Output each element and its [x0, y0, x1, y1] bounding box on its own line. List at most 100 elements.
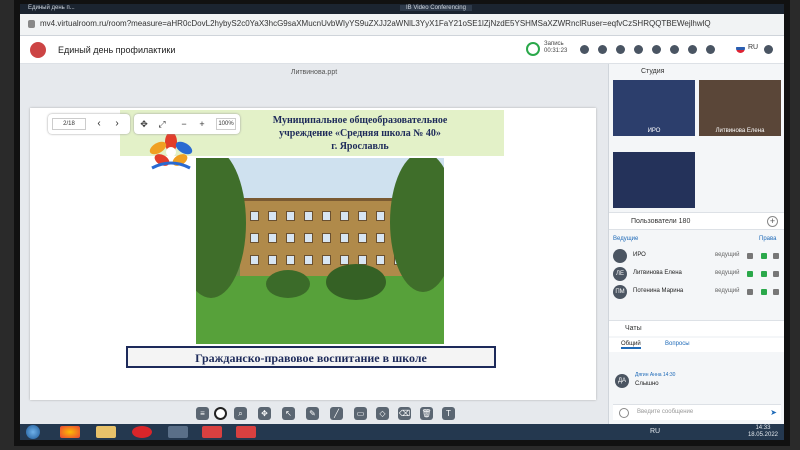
clock-date: 18.05.2022 [747, 432, 778, 438]
line-icon[interactable]: ╱ [330, 407, 343, 420]
pen-icon[interactable]: ✎ [306, 407, 319, 420]
screen-icon[interactable] [773, 253, 779, 259]
message-text: Слышно [635, 381, 659, 387]
prev-slide-icon[interactable]: ‹ [92, 117, 106, 131]
chat-title: Чаты [625, 325, 642, 332]
drawing-toolbar: ≡ ⌕ ✥ ↖ ✎ ╱ ▭ ◇ ⌫ 🗑 T [20, 404, 608, 424]
users-title: Пользователи 180 [631, 218, 690, 225]
start-button-icon[interactable] [26, 425, 40, 439]
event-title: Единый день профилактики [58, 45, 176, 55]
add-user-icon[interactable]: + [767, 216, 778, 227]
taskbar-clock[interactable]: 14:33 18.05.2022 [748, 425, 778, 439]
move-tool-icon[interactable]: ✥ [258, 407, 271, 420]
app-logo-icon [30, 42, 46, 58]
rights-label: Права [759, 236, 777, 242]
user-name: Литвинова Елена [633, 270, 682, 276]
settings-icon[interactable] [706, 45, 715, 54]
record-status: Запись 00:31:23 [544, 41, 567, 55]
trash-icon[interactable]: 🗑 [420, 407, 433, 420]
language-selector[interactable]: RU [748, 44, 758, 51]
url-text[interactable]: mv4.virtualroom.ru/room?measure=aHR0cDov… [40, 19, 760, 28]
vc-app-icon[interactable] [236, 426, 256, 438]
camera-icon[interactable] [761, 289, 767, 295]
message-avatar: ДА [615, 374, 629, 388]
user-name: Потенина Марина [633, 288, 684, 294]
color-picker-icon[interactable] [214, 407, 227, 420]
exit-icon[interactable] [764, 45, 773, 54]
slide-caption-box: Гражданско-правовое воспитание в школе [126, 346, 496, 368]
video-tile[interactable]: ИРО [613, 80, 695, 136]
monitor-bezel: Единый день п... IB Video Conferencing m… [14, 0, 790, 446]
chrome-icon[interactable] [60, 426, 80, 438]
zoom-out-icon[interactable]: − [178, 118, 190, 130]
screen-icon[interactable] [773, 271, 779, 277]
screen-icon[interactable] [773, 289, 779, 295]
hand-icon[interactable] [634, 45, 643, 54]
chat-icon[interactable] [688, 45, 697, 54]
zoom-value[interactable]: 100% [216, 118, 236, 130]
tab-questions[interactable]: Вопросы [665, 341, 690, 347]
user-row[interactable]: ПМ Потенина Марина ведущий [613, 284, 781, 300]
user-row[interactable]: ИРО ведущий [613, 248, 781, 264]
chat-input-placeholder: Введите сообщение [637, 409, 694, 415]
media-icon[interactable] [168, 426, 188, 438]
mic-icon[interactable] [580, 45, 589, 54]
pointer-icon[interactable]: ↖ [282, 407, 295, 420]
layout-icon[interactable] [652, 45, 661, 54]
lock-icon [28, 20, 35, 28]
fit-icon[interactable]: ⤢ [156, 118, 168, 130]
bush [266, 270, 310, 298]
opera-icon[interactable] [132, 426, 152, 438]
next-slide-icon[interactable]: › [110, 117, 124, 131]
users-count: 180 [678, 218, 691, 225]
clock-time: 14:33 [755, 425, 771, 431]
video-tile[interactable]: Литвинова Елена [699, 80, 781, 136]
chat-input[interactable]: Введите сообщение ➤ [613, 404, 781, 420]
layers-icon[interactable]: ≡ [196, 407, 209, 420]
camera-icon[interactable] [598, 45, 607, 54]
page-number-input[interactable]: 2/18 [52, 118, 86, 130]
user-avatar: ЛЕ [613, 267, 627, 281]
user-avatar: ПМ [613, 285, 627, 299]
users-title-label: Пользователи [631, 218, 677, 225]
record-icon[interactable] [526, 42, 540, 56]
vc-app-icon[interactable] [202, 426, 222, 438]
send-icon[interactable]: ➤ [770, 408, 777, 417]
users-header[interactable]: Пользователи 180 + [609, 212, 784, 230]
conference-tab[interactable]: IB Video Conferencing [400, 5, 472, 11]
address-bar[interactable]: mv4.virtualroom.ru/room?measure=aHR0cDov… [20, 14, 784, 36]
zoom-in-icon[interactable]: + [196, 118, 208, 130]
users-icon[interactable] [670, 45, 679, 54]
right-panel: Студия ИРО Литвинова Елена Пользователи … [608, 64, 784, 424]
record-time: 00:31:23 [544, 48, 568, 54]
video-tile-label: Литвинова Елена [715, 128, 765, 134]
camera-icon[interactable] [761, 253, 767, 259]
camera-icon[interactable] [761, 271, 767, 277]
mic-icon[interactable] [747, 289, 753, 295]
tab-general[interactable]: Общий [621, 341, 641, 349]
mic-icon[interactable] [747, 253, 753, 259]
record-label: Запись [544, 41, 564, 47]
browser-tab[interactable]: Единый день п... [28, 5, 75, 11]
browser-tab-strip: Единый день п... IB Video Conferencing [20, 4, 784, 14]
chat-header[interactable]: Чаты [609, 320, 784, 336]
video-tile[interactable] [613, 152, 695, 208]
zoom-controls: ✥ ⤢ − + 100% [134, 114, 240, 134]
zoom-tool-icon[interactable]: ⌕ [234, 407, 247, 420]
screen-share-icon[interactable] [616, 45, 625, 54]
eraser-icon[interactable]: ⌫ [398, 407, 411, 420]
explorer-icon[interactable] [96, 426, 116, 438]
taskbar-language[interactable]: RU [650, 428, 660, 435]
screen: Единый день п... IB Video Conferencing m… [20, 4, 784, 440]
move-icon[interactable]: ✥ [138, 118, 150, 130]
rectangle-icon[interactable]: ▭ [354, 407, 367, 420]
message-author: Дягин Анна 14:30 [635, 372, 676, 378]
presentation-area: Литвинова.ppt Муниципальное общеобразова… [20, 64, 608, 404]
shape-icon[interactable]: ◇ [376, 407, 389, 420]
user-role: ведущий [715, 288, 740, 294]
lawn [196, 276, 444, 344]
mic-icon[interactable] [747, 271, 753, 277]
emoji-icon[interactable] [619, 408, 629, 418]
text-tool-icon[interactable]: T [442, 407, 455, 420]
user-row[interactable]: ЛЕ Литвинова Елена ведущий [613, 266, 781, 282]
